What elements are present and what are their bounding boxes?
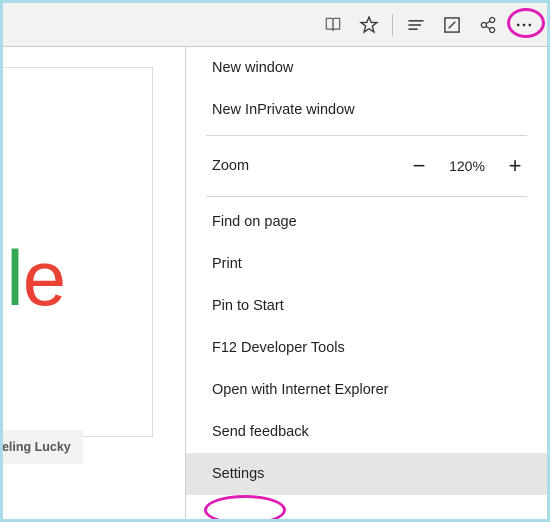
reading-list-icon[interactable] [316,8,350,42]
zoom-value: 120% [447,158,487,174]
menu-pin-to-start[interactable]: Pin to Start [186,285,547,327]
menu-send-feedback[interactable]: Send feedback [186,411,547,453]
zoom-out-button[interactable]: − [407,153,431,179]
page-card: g l e [0,67,153,437]
menu-separator [206,135,527,136]
menu-new-window[interactable]: New window [186,47,547,89]
menu-zoom-row: Zoom − 120% + [186,140,547,192]
menu-open-ie[interactable]: Open with Internet Explorer [186,369,547,411]
menu-separator [206,196,527,197]
zoom-label: Zoom [212,158,407,174]
share-icon[interactable] [471,8,505,42]
zoom-controls: − 120% + [407,153,527,179]
menu-find-on-page[interactable]: Find on page [186,201,547,243]
hub-lines-icon[interactable] [399,8,433,42]
logo-letter-e: e [23,233,65,324]
more-menu: New window New InPrivate window Zoom − 1… [185,47,547,519]
menu-print[interactable]: Print [186,243,547,285]
favorite-star-icon[interactable] [352,8,386,42]
toolbar-separator [392,14,393,36]
menu-dev-tools[interactable]: F12 Developer Tools [186,327,547,369]
toolbar [3,3,547,47]
more-actions-icon[interactable] [507,8,541,42]
zoom-in-button[interactable]: + [503,153,527,179]
web-note-icon[interactable] [435,8,469,42]
feeling-lucky-button[interactable]: eeling Lucky [0,430,83,464]
logo-letter-l: l [6,233,22,324]
menu-settings[interactable]: Settings [186,453,547,495]
browser-window: g l e eeling Lucky New window New InPriv… [0,0,550,522]
menu-new-inprivate[interactable]: New InPrivate window [186,89,547,131]
page-content: g l e eeling Lucky [3,47,188,519]
google-logo-fragment: g l e [0,233,162,324]
